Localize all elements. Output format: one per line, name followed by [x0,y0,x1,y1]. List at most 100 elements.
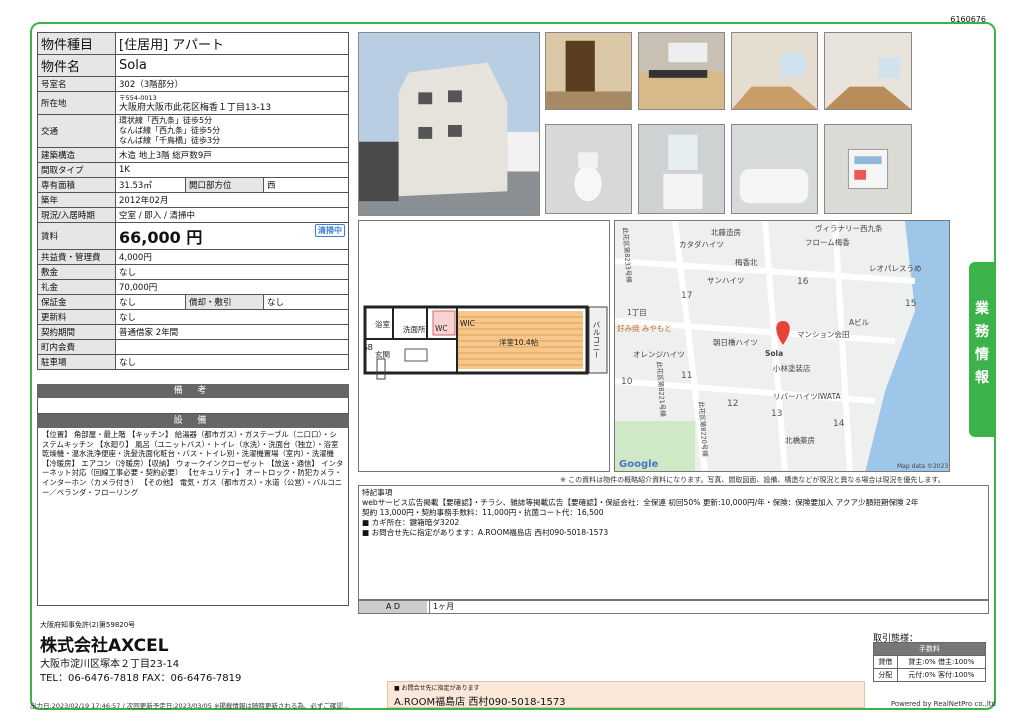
built-label: 築年 [37,192,116,208]
property-info-table: 物件種目 [住居用] アパート 物件名 Sola 号室名 302（3階部分） 所在地 … [37,32,349,370]
map-label-6: サンハイツ [707,276,745,285]
area-value: 31.53㎡ [115,177,186,193]
floor-plan: 浴室 洗面所 WC WIC 洋室10.4帖 SB 玄関 バルコニー [358,220,610,472]
map-label-2: カタダハイツ [679,240,724,249]
opening-value: 西 [263,177,349,193]
window-icon [732,52,817,109]
location-map[interactable]: ヴィラナリー西九条 北藤造房 カタダハイツ フローム梅香 梅香北 レオパレスうめ… [614,220,950,472]
map-label-8: 好み焼 みやもと [617,324,672,333]
traffic-line-2: なんば線「西九条」徒歩5分 [119,126,221,135]
rent-label: 賃料 [37,222,116,250]
room-value: 302（3階部分） [115,76,349,92]
fee-header: 手数料 [873,642,986,656]
floor-plan-drawing [363,305,608,380]
map-label-3: フローム梅香 [805,238,850,247]
deposit-value: なし [115,264,349,280]
map-label-9: 朝日橋ハイツ [713,338,758,347]
parking-label: 駐車場 [37,354,116,370]
fee-row2-value: 元付:0% 客付:100% [896,668,987,682]
room-label: 号室名 [37,76,116,92]
map-drawing [615,221,949,471]
plan-entrance: 玄関 [375,350,390,359]
special-note-line-1: webサービス広告掲載【要確認】・チラシ、雑誌等掲載広告【要確認】・保証会社：全… [362,498,919,507]
special-note-line-3: ■ カギ所在：鍵箱暗ダ3202 [362,518,460,527]
sidetab-char-1: 業 [975,301,989,317]
structure-label: 建築構造 [37,147,116,163]
map-label-13: Sola [765,349,784,358]
rent-cell: 66,000 円 清掃中 [115,222,349,250]
photo-entrance [545,32,632,110]
contract-label: 契約期間 [37,324,116,340]
map-label-1: 北藤造房 [711,228,741,237]
guarantee-label: 保証金 [37,294,116,310]
ad-value: 1ヶ月 [429,601,454,613]
sink-icon [663,134,703,210]
special-notes-title: 特記事項 [362,488,393,497]
sidetab-char-4: 報 [975,370,989,386]
agency-contact-text: A.ROOM福島店 西村090-5018-1573 [394,697,566,708]
town-fee-label: 町内会費 [37,339,116,355]
photo-control-panel [824,124,912,214]
company-license: 大阪府知事免許(2)第59820号 [40,621,136,629]
biko-header: 備 考 [37,384,349,398]
door-icon [546,40,631,109]
renewal-label: 更新料 [37,309,116,325]
common-fee-label: 共益費・管理費 [37,249,116,265]
address-cell: 〒554-0013 大阪府大阪市此花区梅香１丁目13-13 [115,91,349,115]
business-info-tab[interactable]: 業 務 情 報 [969,262,995,437]
photo-room [731,32,818,110]
agency-contact: ■ お問合せ先に指定があります A.ROOM福島店 西村090-5018-157… [387,681,865,708]
setsubi-header: 設 備 [37,414,349,428]
fee-row1-label: 貸借 [873,655,898,669]
powered-by: Powered by RealNetPro co.,ltd [890,700,996,708]
special-note-line-2: 契約 13,000円・契約事務手数料：11,000円・抗菌コート代：16,500 [362,508,604,517]
cleaning-badge: 清掃中 [315,224,345,237]
map-label-11: Aビル [849,318,870,327]
sidetab-char-2: 務 [975,324,989,340]
rent-value: 66,000 円 [119,228,203,247]
key-money-label: 礼金 [37,279,116,295]
map-label-5: レオパレスうめ [869,264,922,273]
corridor-icon [825,57,911,109]
block-number-15: 15 [905,299,917,309]
photo-toilet [545,124,632,214]
block-number-13: 13 [771,409,783,419]
block-number-17: 17 [681,291,693,301]
map-label-12: オレンジハイツ [633,350,685,359]
company-address: 大阪市淀川区塚本２丁目23-14 [40,659,180,670]
control-panel-icon [847,148,889,190]
block-number-14: 14 [833,419,845,429]
output-footer: 出力日:2023/02/19 17:46:57 / 次回更新予定日:2023/0… [30,702,350,710]
key-money-value: 70,000円 [115,279,349,295]
fee-row1-value: 貸主:0% 借主:100% [896,655,987,669]
map-label-14: 小林塗装店 [773,364,811,373]
disclaimer-note: ※ この資料は物件の概略紹介資料になります。写真、間取図面、設備、構造などが現況… [560,476,945,484]
zip-code: 〒554-0013 [119,94,157,102]
biko-box [37,398,349,414]
area-label: 専有面積 [37,177,116,193]
type-label: 物件種目 [37,32,116,55]
ad-label: A D [359,601,427,613]
contract-value: 普通借家 2年間 [115,324,349,340]
renewal-value: なし [115,309,349,325]
address-value: 大阪府大阪市此花区梅香１丁目13-13 [119,103,272,113]
building-icon [359,33,539,215]
document-id: 6160676 [950,15,986,24]
amortization-label: 償却・敷引 [185,294,264,310]
block-number-10: 10 [621,377,633,387]
structure-value: 木造 地上3階 総戸数9戸 [115,147,349,163]
block-number-11: 11 [681,371,693,381]
opening-label: 開口部方位 [185,177,264,193]
bathtub-icon [739,169,809,204]
common-fee-value: 4,000円 [115,249,349,265]
traffic-line-1: 環状線「西九条」徒歩5分 [119,116,213,125]
company-phone: TEL：06-6476-7818 FAX：06-6476-7819 [40,673,242,684]
layout-value: 1K [115,162,349,178]
map-label-7: 1丁目 [627,308,647,317]
photo-bathroom [731,124,818,214]
plan-room: 洋室10.4帖 [499,338,539,347]
exterior-photo [358,32,540,216]
plan-bath: 浴室 [375,320,390,329]
parking-value: なし [115,354,349,370]
map-label-15: リバーハイツIWATA [773,392,841,401]
